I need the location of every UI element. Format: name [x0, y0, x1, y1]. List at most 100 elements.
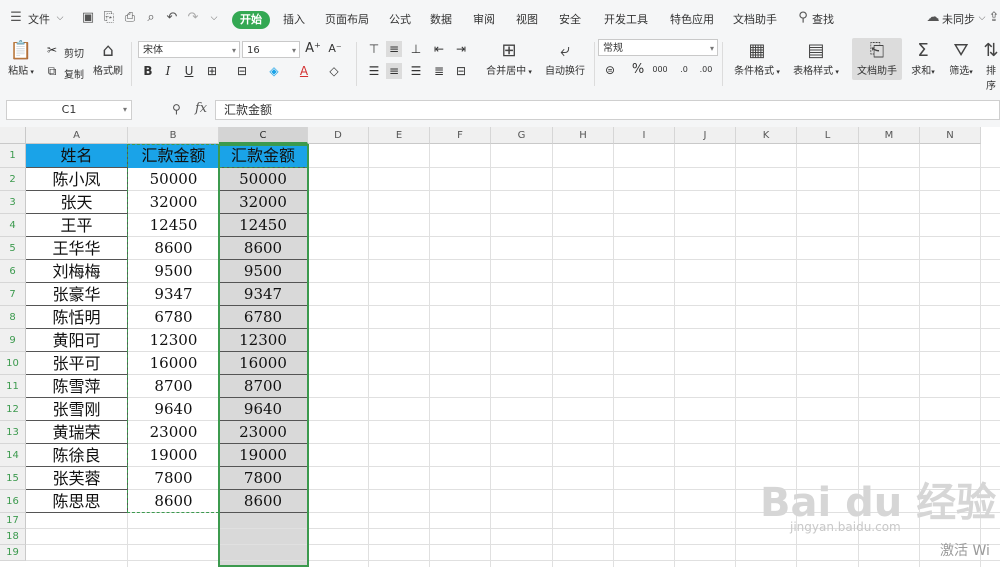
tab-special-apps[interactable]: 特色应用	[670, 11, 714, 29]
tab-data[interactable]: 数据	[430, 11, 452, 29]
amount-b-cell[interactable]: 12300	[128, 329, 219, 352]
column-header-b[interactable]: B	[128, 127, 219, 144]
print-icon[interactable]: ⎙	[122, 10, 138, 26]
tab-insert[interactable]: 插入	[283, 11, 305, 29]
name-cell[interactable]: 陈思思	[26, 490, 128, 513]
tab-developer[interactable]: 开发工具	[604, 11, 648, 29]
row-header-4[interactable]: 4	[0, 214, 26, 237]
customize-toolbar-icon[interactable]: ⌵	[206, 10, 222, 26]
amount-b-cell[interactable]: 12450	[128, 214, 219, 237]
row-header-14[interactable]: 14	[0, 444, 26, 467]
column-header-c[interactable]: C	[219, 127, 308, 144]
amount-b-cell[interactable]: 16000	[128, 352, 219, 375]
decrease-font-icon[interactable]: A⁻	[327, 41, 343, 57]
column-header-f[interactable]: F	[430, 127, 491, 144]
row-header-2[interactable]: 2	[0, 168, 26, 191]
amount-c-cell[interactable]: 32000	[219, 191, 308, 214]
name-cell[interactable]: 刘梅梅	[26, 260, 128, 283]
name-cell[interactable]: 陈雪萍	[26, 375, 128, 398]
amount-c-cell[interactable]: 8600	[219, 490, 308, 513]
font-color-icon[interactable]: A	[296, 63, 312, 79]
amount-c-cell[interactable]: 12450	[219, 214, 308, 237]
header-cell-c[interactable]: 汇款金额	[219, 144, 308, 168]
increase-font-icon[interactable]: A⁺	[305, 41, 321, 57]
column-header-a[interactable]: A	[26, 127, 128, 144]
select-all-corner[interactable]	[0, 127, 26, 144]
table-style-button[interactable]: ▤ 表格样式 ▾	[788, 40, 844, 77]
name-cell[interactable]: 王华华	[26, 237, 128, 260]
export-icon[interactable]: ⎘	[101, 10, 117, 26]
tab-view[interactable]: 视图	[516, 11, 538, 29]
amount-c-cell[interactable]: 9640	[219, 398, 308, 421]
column-header-m[interactable]: M	[859, 127, 920, 144]
fx-icon[interactable]: fx	[195, 101, 207, 116]
name-cell[interactable]: 黄瑞荣	[26, 421, 128, 444]
borders-icon[interactable]: ⊞	[204, 63, 220, 79]
row-header-17[interactable]: 17	[0, 513, 26, 529]
tab-security[interactable]: 安全	[559, 11, 581, 29]
row-header-10[interactable]: 10	[0, 352, 26, 375]
align-middle-icon[interactable]: ≡	[386, 41, 402, 57]
increase-decimal-icon[interactable]: .0	[676, 62, 692, 78]
tab-home[interactable]: 开始	[232, 11, 270, 29]
amount-b-cell[interactable]: 9500	[128, 260, 219, 283]
tab-doc-assistant[interactable]: 文档助手	[733, 11, 777, 29]
column-header-l[interactable]: L	[797, 127, 859, 144]
distributed-icon[interactable]: ⊟	[453, 63, 469, 79]
name-cell[interactable]: 陈恬明	[26, 306, 128, 329]
amount-c-cell[interactable]: 23000	[219, 421, 308, 444]
amount-c-cell[interactable]: 12300	[219, 329, 308, 352]
row-header-5[interactable]: 5	[0, 237, 26, 260]
amount-b-cell[interactable]: 23000	[128, 421, 219, 444]
row-header-18[interactable]: 18	[0, 529, 26, 545]
row-header-12[interactable]: 12	[0, 398, 26, 421]
amount-b-cell[interactable]: 19000	[128, 444, 219, 467]
row-header-13[interactable]: 13	[0, 421, 26, 444]
redo-icon[interactable]: ↷	[185, 10, 201, 26]
number-format-select[interactable]: 常规 ▾	[598, 39, 718, 56]
undo-icon[interactable]: ↶	[164, 10, 180, 26]
column-header-k[interactable]: K	[736, 127, 797, 144]
currency-icon[interactable]: ⊜	[602, 62, 618, 78]
amount-c-cell[interactable]: 8600	[219, 237, 308, 260]
tab-formulas[interactable]: 公式	[389, 11, 411, 29]
row-header-9[interactable]: 9	[0, 329, 26, 352]
tab-page-layout[interactable]: 页面布局	[325, 11, 369, 29]
amount-b-cell[interactable]: 8700	[128, 375, 219, 398]
conditional-format-button[interactable]: ▦ 条件格式 ▾	[728, 40, 786, 77]
cut-button[interactable]: 剪切	[64, 45, 84, 60]
filter-button[interactable]: ⛛ 筛选▾	[944, 40, 978, 77]
amount-b-cell[interactable]: 7800	[128, 467, 219, 490]
row-header-3[interactable]: 3	[0, 191, 26, 214]
wrap-text-button[interactable]: ⤶ 自动换行	[542, 40, 588, 77]
align-right-icon[interactable]: ☰	[408, 63, 424, 79]
sort-button[interactable]: ⇅ 排序	[982, 40, 1000, 92]
scissors-icon[interactable]: ✂	[44, 42, 60, 58]
font-size-select[interactable]: 16 ▾	[242, 41, 300, 58]
name-cell[interactable]: 陈徐良	[26, 444, 128, 467]
header-cell-a[interactable]: 姓名	[26, 144, 128, 168]
fill-color-icon[interactable]: ◈	[266, 63, 282, 79]
tab-review[interactable]: 审阅	[473, 11, 495, 29]
indent-icon[interactable]: ⇥	[453, 41, 469, 57]
amount-c-cell[interactable]: 8700	[219, 375, 308, 398]
copy-button[interactable]: 复制	[64, 66, 84, 81]
search-button[interactable]: 查找	[812, 11, 834, 29]
doc-assistant-button[interactable]: ⎗ 文档助手	[852, 40, 902, 77]
amount-b-cell[interactable]: 8600	[128, 490, 219, 513]
search-icon[interactable]: ⚲	[795, 10, 811, 26]
name-cell[interactable]: 张雪刚	[26, 398, 128, 421]
row-header-11[interactable]: 11	[0, 375, 26, 398]
row-header-1[interactable]: 1	[0, 144, 26, 168]
amount-c-cell[interactable]: 9347	[219, 283, 308, 306]
justify-icon[interactable]: ≣	[431, 63, 447, 79]
name-cell[interactable]: 张豪华	[26, 283, 128, 306]
align-left-icon[interactable]: ☰	[366, 63, 382, 79]
outdent-icon[interactable]: ⇤	[431, 41, 447, 57]
italic-icon[interactable]: I	[160, 63, 176, 79]
column-header-e[interactable]: E	[369, 127, 430, 144]
clear-format-icon[interactable]: ◇	[326, 63, 342, 79]
thousands-icon[interactable]: 000	[652, 62, 668, 78]
cloud-icon[interactable]: ☁	[925, 10, 941, 26]
amount-b-cell[interactable]: 9347	[128, 283, 219, 306]
